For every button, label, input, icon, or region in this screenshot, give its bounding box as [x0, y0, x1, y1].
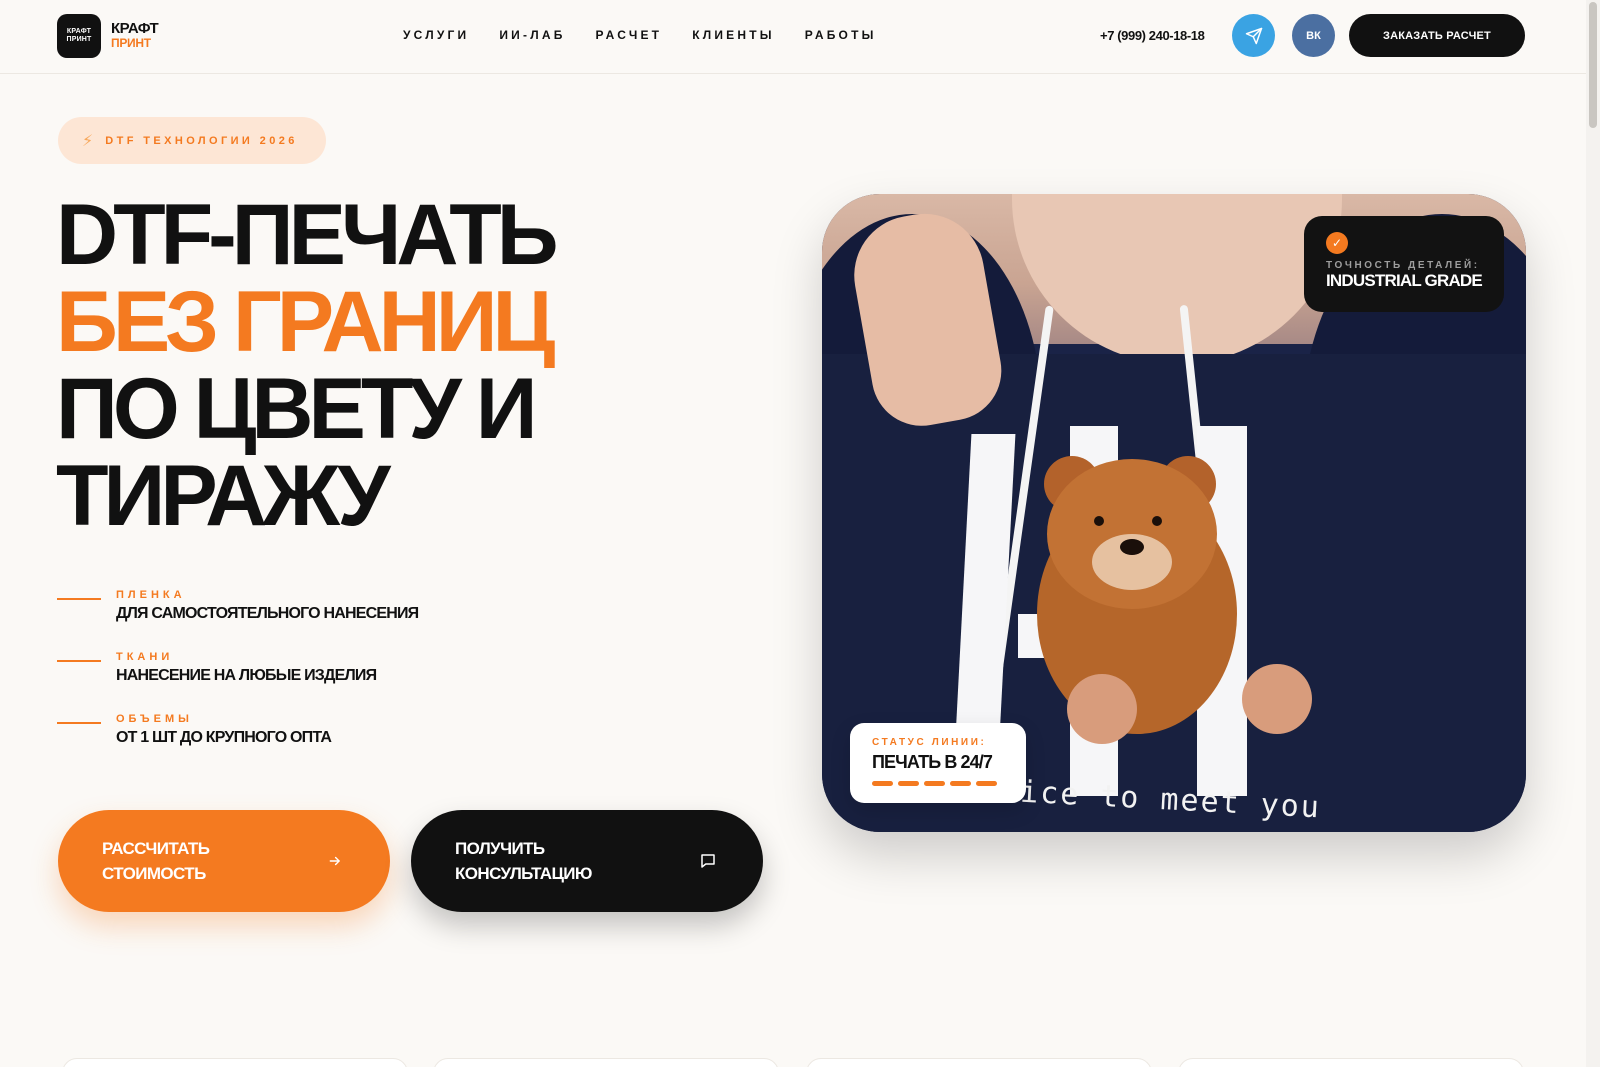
tech-badge-label: DTF ТЕХНОЛОГИИ 2026: [105, 134, 298, 147]
status-segment: [924, 781, 945, 786]
status-segment: [872, 781, 893, 786]
feature-key: ПЛЕНКА: [116, 589, 186, 601]
bear-eye: [1152, 516, 1162, 526]
status-segment: [950, 781, 971, 786]
nav-item-services[interactable]: УСЛУГИ: [403, 28, 469, 42]
feature-divider: [57, 660, 101, 662]
logo-subtitle: ПРИНТ: [111, 36, 151, 50]
vk-button[interactable]: ВК: [1292, 14, 1335, 57]
nav-item-clients[interactable]: КЛИЕНТЫ: [692, 28, 775, 42]
page-title: DTF-ПЕЧАТЬ БЕЗ ГРАНИЦ ПО ЦВЕТУ И ТИРАЖУ: [56, 187, 559, 544]
service-card[interactable]: [806, 1058, 1152, 1067]
status-segment: [898, 781, 919, 786]
logo-title: КРАФТ: [111, 20, 159, 37]
bear-nose: [1120, 539, 1144, 555]
get-consultation-label: ПОЛУЧИТЬ КОНСУЛЬТАЦИЮ: [455, 836, 592, 886]
headline-line-4: ТИРАЖУ: [56, 448, 391, 544]
feature-key: ОБЪЕМЫ: [116, 713, 193, 725]
nav-item-works[interactable]: РАБОТЫ: [805, 28, 877, 42]
headline-line-2: БЕЗ ГРАНИЦ: [56, 274, 555, 370]
bear-eye: [1094, 516, 1104, 526]
order-calculation-button[interactable]: ЗАКАЗАТЬ РАСЧЕТ: [1349, 14, 1525, 57]
feature-value: ОТ 1 ШТ ДО КРУПНОГО ОПТА: [116, 729, 332, 746]
phone-link[interactable]: +7 (999) 240-18-18: [1100, 28, 1205, 43]
feature-divider: [57, 722, 101, 724]
get-consultation-button[interactable]: ПОЛУЧИТЬ КОНСУЛЬТАЦИЮ: [411, 810, 763, 912]
arrow-right-icon: [324, 850, 346, 872]
logo-mark-line2: ПРИНТ: [66, 36, 92, 43]
line-status-card: СТАТУС ЛИНИИ: ПЕЧАТЬ В 24/7: [850, 723, 1026, 803]
headline-line-1: DTF-ПЕЧАТЬ: [56, 187, 559, 283]
nav-item-ai-lab[interactable]: ИИ-ЛАБ: [499, 28, 565, 42]
calculate-cost-line2: СТОИМОСТЬ: [102, 864, 206, 883]
logo-mark: КРАФТ ПРИНТ: [57, 14, 101, 58]
logo-text: КРАФТ ПРИНТ: [111, 20, 159, 51]
get-consultation-line2: КОНСУЛЬТАЦИЮ: [455, 864, 592, 883]
feature-value: НАНЕСЕНИЕ НА ЛЮБЫЕ ИЗДЕЛИЯ: [116, 667, 377, 684]
status-indicator: [872, 781, 1004, 786]
main-nav: УСЛУГИ ИИ-ЛАБ РАСЧЕТ КЛИЕНТЫ РАБОТЫ: [403, 28, 877, 42]
status-segment: [976, 781, 997, 786]
accuracy-card-key: ТОЧНОСТЬ ДЕТАЛЕЙ:: [1326, 260, 1480, 271]
calculate-cost-line1: РАССЧИТАТЬ: [102, 839, 210, 858]
bear-paw: [1067, 674, 1137, 744]
accuracy-card: ✓ ТОЧНОСТЬ ДЕТАЛЕЙ: INDUSTRIAL GRADE: [1304, 216, 1504, 312]
telegram-button[interactable]: [1232, 14, 1275, 57]
calculate-cost-button[interactable]: РАССЧИТАТЬ СТОИМОСТЬ: [58, 810, 390, 912]
headline-line-3: ПО ЦВЕТУ И: [56, 361, 538, 457]
service-card[interactable]: [433, 1058, 779, 1067]
line-status-value: ПЕЧАТЬ В 24/7: [872, 752, 993, 772]
feature-value: ДЛЯ САМОСТОЯТЕЛЬНОГО НАНЕСЕНИЯ: [116, 605, 419, 622]
tech-badge: ⚡ DTF ТЕХНОЛОГИИ 2026: [58, 117, 326, 164]
paper-plane-icon: [1245, 27, 1262, 44]
service-card[interactable]: [1178, 1058, 1524, 1067]
logo[interactable]: КРАФТ ПРИНТ КРАФТ ПРИНТ: [57, 14, 159, 58]
feature-divider: [57, 598, 101, 600]
vk-label: ВК: [1306, 29, 1321, 42]
get-consultation-line1: ПОЛУЧИТЬ: [455, 839, 545, 858]
lightning-icon: ⚡: [82, 132, 94, 150]
check-icon: ✓: [1326, 232, 1348, 254]
bear-paw: [1242, 664, 1312, 734]
service-card[interactable]: [62, 1058, 408, 1067]
accuracy-card-value: INDUSTRIAL GRADE: [1326, 271, 1483, 290]
calculate-cost-label: РАССЧИТАТЬ СТОИМОСТЬ: [102, 836, 210, 886]
chat-bubble-icon: [697, 850, 719, 872]
logo-mark-line1: КРАФТ: [66, 28, 92, 35]
scrollbar[interactable]: [1586, 0, 1600, 1067]
feature-key: ТКАНИ: [116, 651, 174, 663]
site-header: КРАФТ ПРИНТ КРАФТ ПРИНТ УСЛУГИ ИИ-ЛАБ РА…: [0, 0, 1586, 74]
nav-item-calculation[interactable]: РАСЧЕТ: [596, 28, 663, 42]
line-status-key: СТАТУС ЛИНИИ:: [872, 737, 987, 748]
scrollbar-thumb[interactable]: [1589, 2, 1597, 128]
